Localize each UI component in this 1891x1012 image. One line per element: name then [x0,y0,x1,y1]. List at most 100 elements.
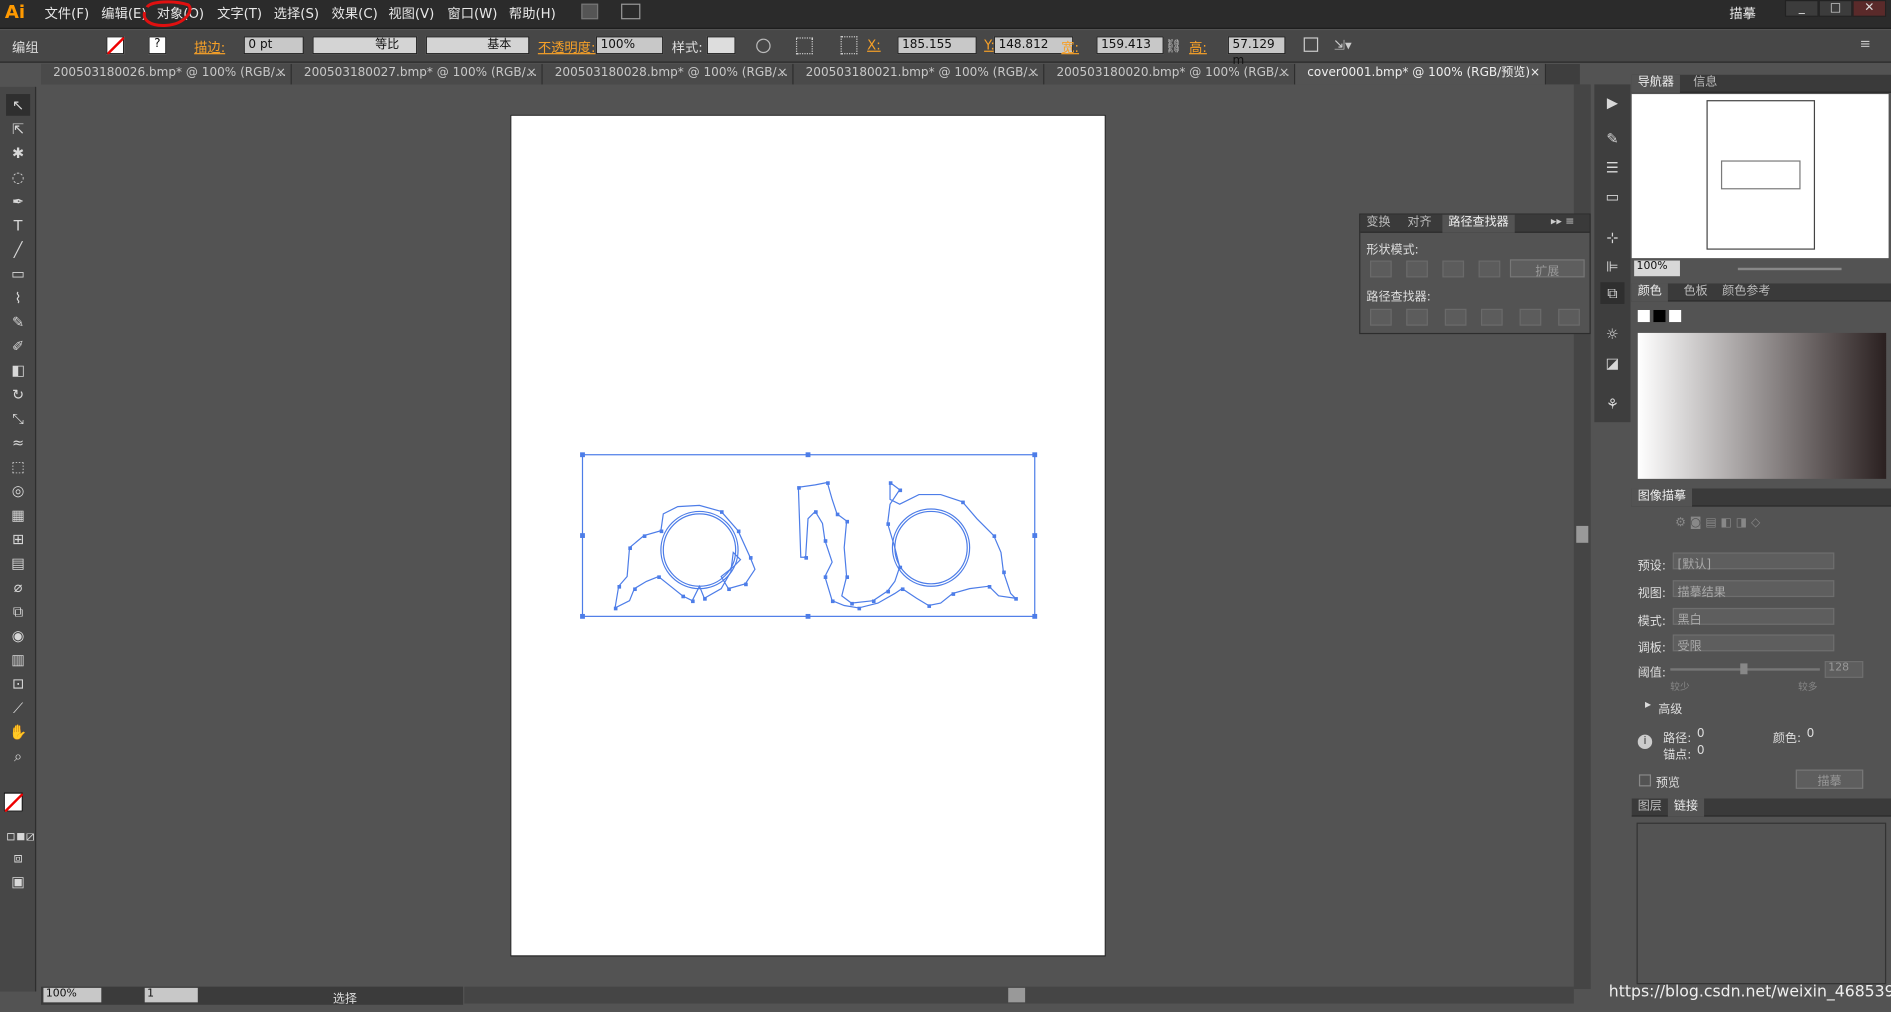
color-mode-icons[interactable]: ▫▪⧄ [6,825,35,847]
arrange-documents-icon[interactable] [621,3,641,20]
opacity-field[interactable]: 100% [595,36,664,55]
exclude-icon[interactable] [1478,260,1501,278]
unite-icon[interactable] [1370,260,1392,278]
outline-icon[interactable] [1519,308,1542,326]
threshold-slider[interactable] [1670,663,1820,675]
eraser-tool-icon[interactable]: ◧ [6,359,30,381]
trim-icon[interactable] [1406,308,1428,326]
close-button[interactable]: ✕ [1852,0,1887,17]
tab-pathfinder[interactable]: 路径查找器 [1442,214,1515,233]
traced-artwork-selection[interactable] [579,451,1040,620]
scale-tool-icon[interactable]: ⤡ [6,408,30,430]
graphic-styles-icon[interactable]: ◪ [1600,352,1624,374]
artboard-number-field[interactable]: 1 [144,987,198,1003]
zoom-level-field[interactable]: 100% [43,987,102,1003]
perspective-grid-tool-icon[interactable]: ▦ [6,504,30,526]
preset-dropdown[interactable]: [默认] [1672,552,1835,572]
actions-icon[interactable]: ▶ [1600,92,1624,114]
navigator-view-box[interactable] [1720,160,1801,190]
artboard-tool-icon[interactable]: ⊡ [6,673,30,695]
threshold-slider-thumb[interactable] [1740,663,1748,675]
threshold-field[interactable]: 128 [1824,660,1864,678]
minimize-button[interactable]: _ [1784,0,1819,17]
gradient-tool-icon[interactable]: ▤ [6,552,30,574]
mesh-tool-icon[interactable]: ⊞ [6,528,30,550]
close-icon[interactable]: × [276,64,286,83]
line-tool-icon[interactable]: ╱ [6,239,30,261]
crop-icon[interactable] [1480,308,1503,326]
tab-navigator[interactable]: 导航器 [1631,74,1680,93]
stroke-swatch[interactable]: ? [148,36,167,55]
tab-swatches[interactable]: 色板 [1678,283,1714,301]
view-dropdown[interactable]: 描摹结果 [1672,580,1835,599]
tab-document-4[interactable]: 200503180021.bmp* @ 100% (RGB/... × [793,63,1045,85]
menu-select[interactable]: 选择(S) [274,4,319,23]
tab-document-1[interactable]: 200503180026.bmp* @ 100% (RGB/... × [41,63,292,85]
trace-preset-icons[interactable]: ⚙ ◙ ▤ ◧ ◨ ◇ [1675,516,1760,529]
height-field[interactable]: 57.129 m [1227,36,1286,68]
tab-layers[interactable]: 图层 [1632,799,1668,817]
blend-tool-icon[interactable]: ⧉ [6,601,30,623]
navigator-zoom-field[interactable]: 100% [1634,260,1680,277]
lasso-tool-icon[interactable]: ◌ [6,166,30,188]
tab-info[interactable]: 信息 [1687,75,1723,93]
symbols-panel-icon[interactable]: ⚘ [1600,393,1624,415]
intersect-icon[interactable] [1442,260,1465,278]
paintbrush-tool-icon[interactable]: ⌇ [6,287,30,309]
color-none-swatch[interactable] [1637,309,1650,323]
close-icon[interactable]: × [1279,64,1289,83]
gradient-panel-icon[interactable]: ▭ [1600,186,1624,208]
stroke-weight-field[interactable]: 0 pt [243,36,304,55]
navigator-zoom-slider[interactable] [1737,267,1842,271]
zoom-tool-icon[interactable]: ⌕ [6,745,30,767]
transform-icon[interactable] [1303,37,1319,52]
vertical-scroll-thumb[interactable] [1576,525,1589,543]
minus-back-icon[interactable] [1558,308,1580,326]
pencil-tool-icon[interactable]: ✎ [6,311,30,333]
graphic-style-swatch[interactable] [706,36,736,55]
bridge-icon[interactable] [581,3,599,20]
tab-document-2[interactable]: 200503180027.bmp* @ 100% (RGB/... × [291,63,543,85]
bounding-box-handles[interactable] [580,452,1038,619]
symbol-sprayer-tool-icon[interactable]: ◉ [6,625,30,647]
menu-window[interactable]: 窗口(W) [447,4,497,23]
mode-dropdown[interactable]: 黑白 [1672,607,1835,627]
stroke-panel-icon[interactable]: ☰ [1600,157,1624,179]
expand-button[interactable]: 扩展 [1509,259,1585,279]
tab-document-active[interactable]: cover0001.bmp* @ 100% (RGB/预览) × [1295,63,1547,85]
divide-icon[interactable] [1370,308,1392,326]
preview-checkbox[interactable] [1638,774,1652,787]
expand-advanced-icon[interactable]: ▸ [1645,698,1651,711]
trace-button[interactable]: 描摹 [1795,769,1864,789]
shape-builder-tool-icon[interactable]: ◎ [6,480,30,502]
maximize-button[interactable]: □ [1818,0,1853,17]
workspace-switcher[interactable]: 描摹 [1729,4,1756,23]
hand-tool-icon[interactable]: ✋ [6,721,30,743]
tab-document-5[interactable]: 200503180020.bmp* @ 100% (RGB/... × [1044,63,1296,85]
transform-panel-icon[interactable]: ⊹ [1600,227,1624,249]
slice-tool-icon[interactable]: ⟋ [6,697,30,719]
isolate-group-icon[interactable]: ⇲▾ [1334,37,1352,53]
color-white-swatch[interactable] [1669,309,1682,323]
selection-tool-icon[interactable]: ↖ [6,94,31,116]
magic-wand-tool-icon[interactable]: ✱ [6,142,30,164]
pathfinder-panel-icon[interactable]: ⧉ [1600,282,1625,304]
menu-view[interactable]: 视图(V) [388,4,434,23]
palette-dropdown[interactable]: 受限 [1672,634,1835,654]
recolor-artwork-icon[interactable] [756,38,771,54]
reference-point-icon[interactable] [840,36,858,55]
screen-mode-icon[interactable]: ▣ [6,871,30,893]
warp-tool-icon[interactable]: ≈ [6,432,30,454]
free-transform-tool-icon[interactable]: ⬚ [6,456,30,478]
panel-menu-icon[interactable]: ≡ [1860,36,1871,52]
horizontal-scroll-thumb[interactable] [1008,987,1026,1003]
tab-links[interactable]: 链接 [1667,798,1705,817]
align-panel-icon[interactable]: ⊫ [1600,256,1624,278]
fill-color-swatch[interactable] [3,792,24,813]
panel-menu-icon[interactable]: ▸▸ ≡ [1551,216,1574,228]
color-spectrum[interactable] [1637,332,1887,479]
tab-align[interactable]: 对齐 [1401,215,1437,233]
menu-file[interactable]: 文件(F) [45,4,90,23]
eyedropper-tool-icon[interactable]: ⌀ [6,577,30,599]
type-tool-icon[interactable]: T [6,215,30,237]
